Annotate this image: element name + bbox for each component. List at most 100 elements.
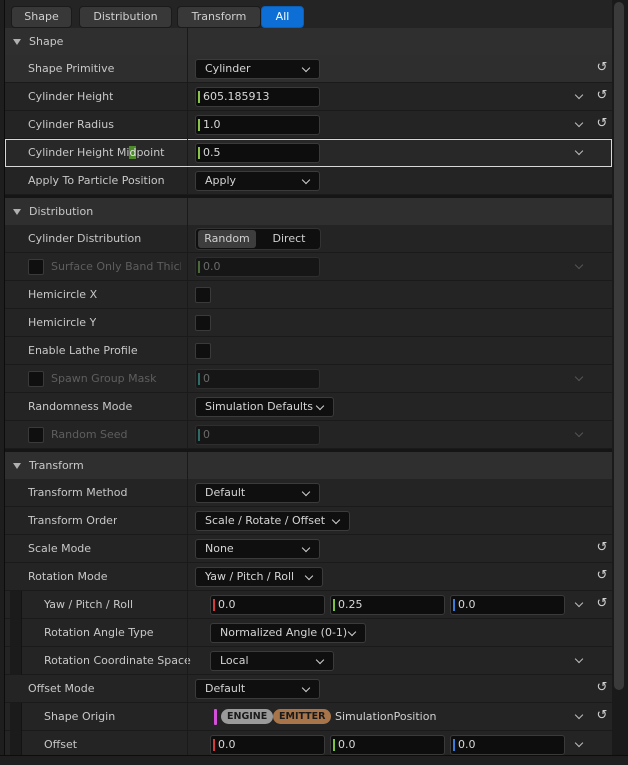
filter-tab-distribution[interactable]: Distribution	[79, 6, 172, 28]
engine-namespace-pill[interactable]: ENGINE	[221, 709, 274, 724]
property-label: Shape Primitive	[28, 62, 115, 75]
scale-mode-combo[interactable]: None	[195, 539, 320, 559]
chevron-down-icon	[347, 627, 357, 637]
chevron-down-icon[interactable]	[574, 738, 584, 748]
combo-value: Apply	[205, 174, 237, 187]
reset-arrow-icon[interactable]: ↺	[595, 597, 609, 611]
offset-y-field[interactable]: 0.0	[330, 735, 445, 755]
spawn-group-mask-field[interactable]: 0	[195, 369, 320, 389]
field-accent	[198, 261, 200, 273]
yaw-field[interactable]: 0.0	[210, 595, 325, 615]
surface-band-enable-checkbox[interactable]	[28, 259, 44, 275]
row-cylinder-radius: Cylinder Radius 1.0 ↺	[5, 111, 612, 139]
combo-value: Default	[205, 486, 246, 499]
chevron-down-icon[interactable]	[574, 90, 584, 100]
filter-tab-all[interactable]: All	[261, 6, 304, 28]
random-seed-field[interactable]: 0	[195, 425, 320, 445]
offset-x-field[interactable]: 0.0	[210, 735, 325, 755]
option-direct[interactable]: Direct	[259, 230, 319, 248]
property-label: Cylinder Height	[28, 90, 114, 103]
field-value: 0.0	[203, 260, 221, 273]
row-yaw-pitch-roll: Yaw / Pitch / Roll 0.0 0.25 0.0 ↺	[5, 591, 612, 619]
filter-tab-shape[interactable]: Shape	[11, 6, 72, 28]
row-transform-order: Transform Order Scale / Rotate / Offset	[5, 507, 612, 535]
property-label: Surface Only Band Thickn	[51, 260, 181, 273]
label-part: Cylinder Height Mi	[28, 146, 130, 159]
section-title: Shape	[29, 35, 64, 48]
offset-z-field[interactable]: 0.0	[450, 735, 565, 755]
chevron-down-icon[interactable]	[574, 372, 584, 382]
chevron-down-icon[interactable]	[574, 146, 584, 156]
combo-value: None	[205, 542, 234, 555]
cylinder-radius-field[interactable]: 1.0	[195, 115, 320, 135]
chevron-down-icon	[315, 655, 325, 665]
label-part: point	[136, 146, 165, 159]
shape-primitive-combo[interactable]: Cylinder	[195, 59, 320, 79]
parameter-name[interactable]: SimulationPosition	[335, 703, 436, 731]
chevron-down-icon	[301, 63, 311, 73]
field-accent	[453, 599, 455, 611]
lathe-profile-checkbox[interactable]	[195, 343, 211, 359]
field-accent	[198, 429, 200, 441]
row-surface-only-band: Surface Only Band Thickn 0.0	[5, 253, 612, 281]
cylinder-height-field[interactable]: 605.185913	[195, 87, 320, 107]
reset-arrow-icon[interactable]: ↺	[595, 569, 609, 583]
field-value: 0.0	[458, 738, 476, 751]
property-label: Offset	[44, 738, 78, 751]
reset-arrow-icon[interactable]: ↺	[595, 541, 609, 555]
section-header-shape[interactable]: Shape	[5, 28, 612, 56]
section-header-transform[interactable]: Transform	[5, 452, 612, 480]
scrollbar-thumb[interactable]	[614, 2, 624, 690]
property-label: Hemicircle Y	[28, 316, 97, 329]
property-label: Offset Mode	[28, 682, 95, 695]
rotation-angle-type-combo[interactable]: Normalized Angle (0-1)	[210, 623, 366, 643]
section-title: Distribution	[29, 205, 94, 218]
chevron-down-icon[interactable]	[574, 654, 584, 664]
rotation-coordinate-space-combo[interactable]: Local	[210, 651, 334, 671]
reset-arrow-icon[interactable]: ↺	[595, 61, 609, 75]
reset-arrow-icon[interactable]: ↺	[595, 709, 609, 723]
random-seed-enable-checkbox[interactable]	[28, 427, 44, 443]
surface-band-field[interactable]: 0.0	[195, 257, 320, 277]
roll-field[interactable]: 0.0	[450, 595, 565, 615]
option-random[interactable]: Random	[198, 230, 256, 248]
chevron-down-icon[interactable]	[574, 598, 584, 608]
combo-value: Cylinder	[205, 62, 251, 75]
chevron-down-icon[interactable]	[574, 710, 584, 720]
emitter-namespace-pill[interactable]: EMITTER	[273, 709, 332, 724]
offset-mode-combo[interactable]: Default	[195, 679, 320, 699]
reset-arrow-icon[interactable]: ↺	[595, 681, 609, 695]
cylinder-height-midpoint-field[interactable]: 0.5	[195, 143, 320, 163]
hemicircle-x-checkbox[interactable]	[195, 287, 211, 303]
reset-arrow-icon[interactable]: ↺	[595, 117, 609, 131]
field-value: 0.0	[218, 738, 236, 751]
randomness-mode-combo[interactable]: Simulation Defaults	[195, 397, 334, 417]
property-label: Cylinder Radius	[28, 118, 114, 131]
row-offset-mode: Offset Mode Default ↺	[5, 675, 612, 703]
chevron-down-icon	[304, 571, 314, 581]
property-label: Cylinder Distribution	[28, 232, 142, 245]
hemicircle-y-checkbox[interactable]	[195, 315, 211, 331]
row-transform-method: Transform Method Default	[5, 479, 612, 507]
row-enable-lathe-profile: Enable Lathe Profile	[5, 337, 612, 365]
reset-arrow-icon[interactable]: ↺	[595, 89, 609, 103]
transform-method-combo[interactable]: Default	[195, 483, 320, 503]
field-accent	[213, 739, 215, 751]
property-label: Randomness Mode	[28, 400, 133, 413]
property-label: Shape Origin	[44, 710, 116, 723]
pitch-field[interactable]: 0.25	[330, 595, 445, 615]
filter-tab-transform[interactable]: Transform	[177, 6, 261, 28]
field-value: 1.0	[203, 118, 221, 131]
apply-position-combo[interactable]: Apply	[195, 171, 320, 191]
chevron-down-icon[interactable]	[574, 428, 584, 438]
combo-value: Scale / Rotate / Offset	[205, 514, 326, 527]
chevron-down-icon[interactable]	[574, 260, 584, 270]
chevron-down-icon[interactable]	[574, 118, 584, 128]
field-value: 0.25	[338, 598, 363, 611]
rotation-mode-combo[interactable]: Yaw / Pitch / Roll	[195, 567, 323, 587]
row-spawn-group-mask: Spawn Group Mask 0	[5, 365, 612, 393]
spawn-group-mask-enable-checkbox[interactable]	[28, 371, 44, 387]
section-header-distribution[interactable]: Distribution	[5, 198, 612, 226]
chevron-down-icon	[301, 175, 311, 185]
transform-order-combo[interactable]: Scale / Rotate / Offset	[195, 511, 350, 531]
